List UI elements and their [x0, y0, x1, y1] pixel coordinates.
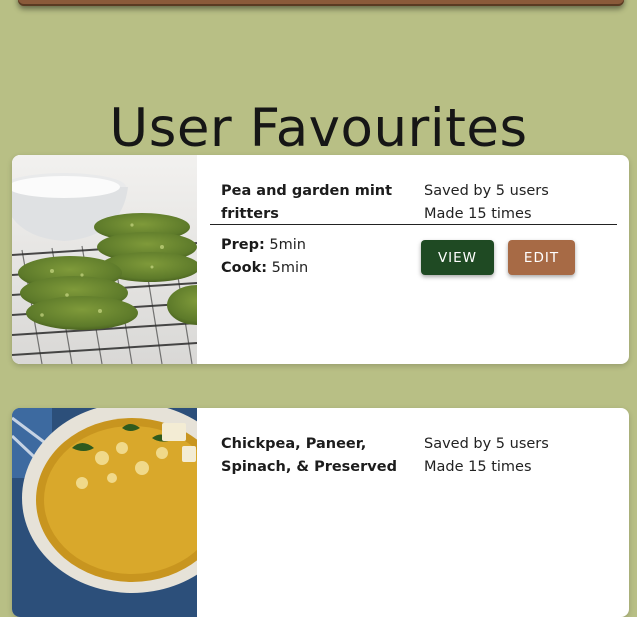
fritters-photo	[12, 155, 197, 364]
prep-value: 5min	[269, 237, 306, 253]
recipe-image[interactable]	[12, 408, 197, 617]
edit-button[interactable]: EDIT	[508, 240, 575, 275]
recipe-title: Chickpea, Paneer, Spinach, & Preserved	[221, 436, 397, 475]
recipe-stats: Saved by 5 users Made 15 times	[424, 433, 549, 479]
prep-time: Prep: 5min	[221, 234, 308, 257]
recipe-stats: Saved by 5 users Made 15 times	[424, 180, 549, 226]
made-count: Made 15 times	[424, 206, 532, 222]
recipe-image[interactable]	[12, 155, 197, 364]
saved-count: Saved by 5 users	[424, 436, 549, 452]
divider	[210, 224, 617, 225]
header-bar	[18, 0, 624, 6]
saved-count: Saved by 5 users	[424, 183, 549, 199]
cook-time: Cook: 5min	[221, 257, 308, 280]
recipe-times: Prep: 5min Cook: 5min	[221, 234, 308, 280]
recipe-title: Pea and garden mint fritters	[221, 183, 393, 222]
prep-label: Prep:	[221, 237, 265, 253]
cook-label: Cook:	[221, 260, 268, 276]
recipe-card: Chickpea, Paneer, Spinach, & Preserved S…	[12, 408, 629, 617]
recipe-card: Pea and garden mint fritters Saved by 5 …	[12, 155, 629, 364]
view-button[interactable]: VIEW	[421, 240, 494, 275]
page-title: User Favourites	[109, 97, 528, 159]
made-count: Made 15 times	[424, 459, 532, 475]
curry-photo	[12, 408, 197, 617]
cook-value: 5min	[271, 260, 309, 276]
